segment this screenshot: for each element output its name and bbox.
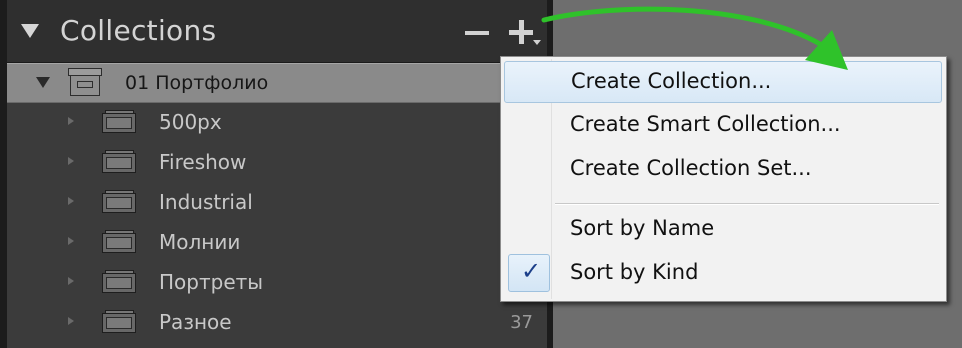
remove-collection-icon[interactable]	[465, 31, 489, 35]
collection-label: Industrial	[159, 190, 253, 214]
collection-icon	[102, 310, 136, 334]
collection-set-icon	[68, 68, 102, 96]
collections-panel-body: Collections 01 Портфолио 500px Fireshow …	[7, 0, 547, 348]
collection-count: 37	[510, 312, 533, 333]
disclosure-arrow-icon	[68, 277, 74, 285]
collapse-triangle-icon[interactable]	[21, 24, 39, 38]
menu-item-sort-by-name[interactable]: Sort by Name	[504, 209, 940, 249]
checked-indicator: ✓	[508, 254, 550, 292]
menu-item-label: Sort by Kind	[570, 260, 699, 284]
plus-icon-vertical[interactable]	[519, 20, 524, 44]
collection-icon	[102, 230, 136, 254]
annotation-arrow	[541, 6, 848, 70]
collection-row[interactable]: Fireshow	[7, 143, 547, 181]
collection-label: 500px	[159, 110, 222, 134]
menu-item-label: Sort by Name	[570, 216, 715, 240]
collection-icon	[102, 270, 136, 294]
disclosure-arrow-icon	[68, 197, 74, 205]
menu-item-sort-by-kind[interactable]: ✓ Sort by Kind	[504, 253, 940, 293]
collection-label: Молнии	[159, 230, 241, 254]
disclosure-arrow-icon	[68, 237, 74, 245]
disclosure-arrow-icon	[68, 117, 74, 125]
collection-set-row[interactable]: 01 Портфолио	[7, 63, 547, 103]
collection-label: Портреты	[159, 270, 264, 294]
collection-set-label: 01 Портфолио	[125, 72, 269, 94]
collection-row[interactable]: Industrial	[7, 183, 547, 221]
collection-label: Разное	[159, 310, 232, 334]
panel-header[interactable]: Collections	[7, 0, 547, 63]
collection-row[interactable]: Разное 37	[7, 303, 547, 341]
menu-item-create-smart-collection[interactable]: Create Smart Collection...	[504, 105, 940, 145]
disclosure-arrow-icon	[68, 317, 74, 325]
panel-title: Collections	[60, 14, 217, 47]
disclosure-arrow-icon	[68, 157, 74, 165]
collection-label: Fireshow	[159, 150, 247, 174]
collection-icon	[102, 190, 136, 214]
checkmark-icon: ✓	[521, 257, 542, 285]
collection-icon	[102, 150, 136, 174]
collection-row[interactable]: 500px	[7, 103, 547, 141]
expand-triangle-icon[interactable]	[36, 77, 50, 88]
menu-item-label: Create Smart Collection...	[570, 112, 841, 136]
collection-row[interactable]: Портреты	[7, 263, 547, 301]
collection-row[interactable]: Молнии	[7, 223, 547, 261]
add-collection-context-menu: Create Collection... Create Smart Collec…	[500, 56, 947, 302]
collection-icon	[102, 110, 136, 134]
menu-item-create-collection-set[interactable]: Create Collection Set...	[504, 149, 940, 189]
menu-separator	[555, 203, 939, 205]
menu-item-label: Create Collection Set...	[570, 156, 812, 180]
collections-panel: Collections 01 Портфолио 500px Fireshow …	[0, 0, 553, 348]
